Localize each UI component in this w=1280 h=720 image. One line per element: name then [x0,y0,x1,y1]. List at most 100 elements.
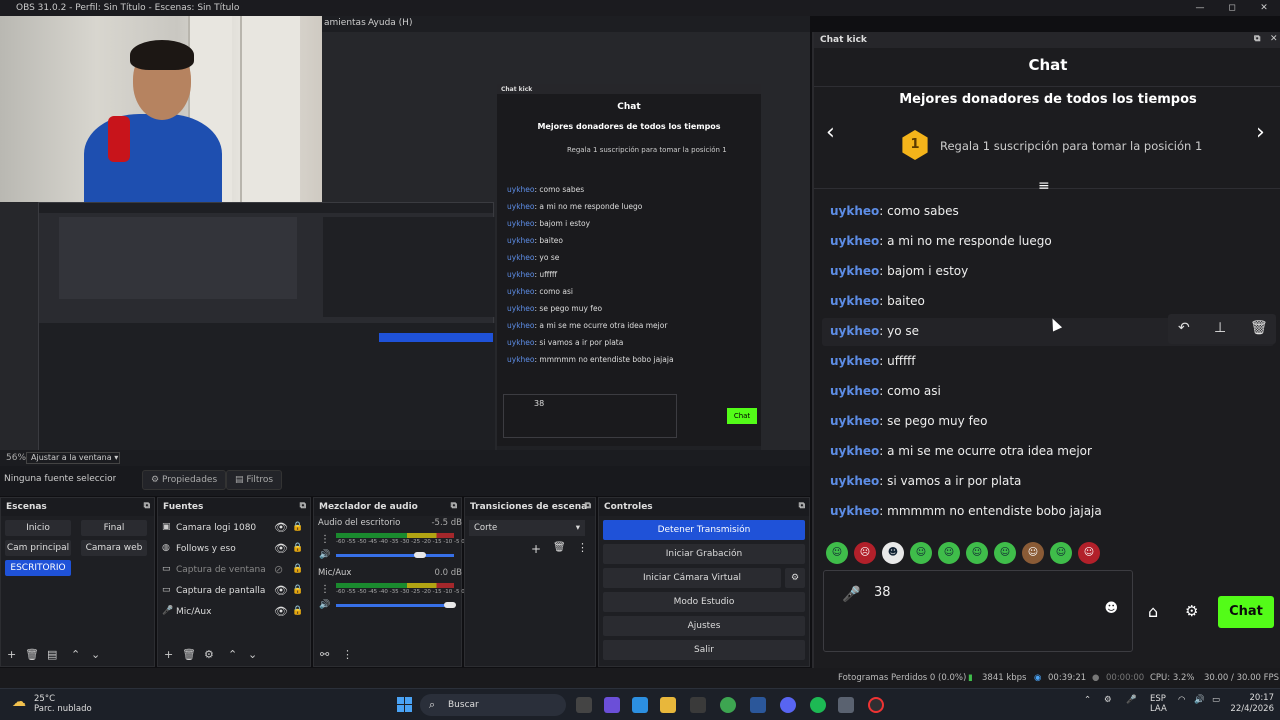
teams-icon[interactable] [604,697,620,713]
scene-inicio[interactable]: Inicio [5,520,71,536]
mic-icon[interactable]: 🎤 [1126,695,1137,705]
taskbar-search[interactable]: ⌕ Buscar [420,694,566,716]
kebab-icon[interactable]: ⋮ [342,648,353,661]
studio-mode-button[interactable]: Modo Estudio [603,592,805,612]
discord-icon[interactable] [780,697,796,713]
chat-message[interactable]: uykheo: bajom i estoy [830,264,968,278]
transition-select[interactable]: Corte ▾ [469,520,585,536]
chat-username[interactable]: uykheo [830,354,879,368]
eye-icon[interactable]: 👁 [274,521,288,534]
scene-cam-principal[interactable]: Cam principal [5,540,71,556]
chevron-up-icon[interactable]: ⌃ [1084,695,1091,705]
chat-username[interactable]: uykheo [830,294,879,308]
chat-username[interactable]: uykheo [830,384,879,398]
spotify-icon[interactable] [810,697,826,713]
emote-icon[interactable]: ☺ [910,542,932,564]
emote-icon[interactable]: ☻ [882,542,904,564]
chat-message[interactable]: uykheo: como sabes [830,204,959,218]
emote-icon[interactable]: ☺ [1022,542,1044,564]
start-recording-button[interactable]: Iniciar Grabación [603,544,805,564]
maximize-button[interactable]: ◻ [1216,0,1248,16]
volume-slider[interactable] [336,552,454,558]
source-row[interactable]: ▭ Captura de ventana ⊘ 🔒 [162,562,308,580]
clock[interactable]: 20:17 22/4/2026 [1228,693,1274,715]
mic-icon[interactable]: 🎤 [842,585,861,603]
chat-username[interactable]: uykheo [830,444,879,458]
emote-icon[interactable]: ☺ [938,542,960,564]
chat-message[interactable]: uykheo: mmmmm no entendiste bobo jajaja [830,504,1102,518]
trash-icon[interactable]: 🗑 [182,648,196,661]
virtual-camera-settings-button[interactable]: ⚙ [785,568,805,588]
chat-username[interactable]: uykheo [830,234,879,248]
store-icon[interactable]: ⌂ [1148,602,1158,621]
calculator-icon[interactable] [838,697,854,713]
tray-icon[interactable]: ⚙ [1104,695,1112,705]
chevron-right-icon[interactable]: › [1256,120,1265,145]
kebab-icon[interactable]: ⋮ [320,584,330,595]
filter-icon[interactable]: ▤ [47,648,57,661]
chat-message[interactable]: uykheo: baiteo [830,294,925,308]
emote-icon[interactable]: ☺ [966,542,988,564]
source-row[interactable]: ▣ Camara logi 1080 👁 🔒 [162,520,308,538]
volume-knob[interactable] [444,602,456,608]
zoom-select[interactable]: Ajustar a la ventana ▾ [26,452,120,464]
emote-icon[interactable]: ☺ [826,542,848,564]
trash-icon[interactable]: 🗑 [25,648,39,661]
lock-icon[interactable]: 🔒 [292,543,303,553]
chat-message[interactable]: uykheo: a mi se me ocurre otra idea mejo… [830,444,1092,458]
close-button[interactable]: ✕ [1248,0,1280,16]
scene-camara-web[interactable]: Camara web [81,540,147,556]
copilot-icon[interactable] [632,697,648,713]
chat-username[interactable]: uykheo [830,204,879,218]
chat-input[interactable]: 🎤 38 ☻ [823,570,1133,652]
wifi-icon[interactable]: ◠ [1178,695,1185,705]
volume-slider[interactable] [336,602,456,608]
add-icon[interactable]: + [7,648,16,661]
virtual-camera-button[interactable]: Iniciar Cámara Virtual [603,568,781,588]
filters-button[interactable]: ▤ Filtros [226,470,283,490]
file-explorer-icon[interactable] [660,697,676,713]
properties-button[interactable]: ⚙ Propiedades [142,470,227,490]
chat-username[interactable]: uykheo [830,504,879,518]
speaker-icon[interactable]: 🔊 [319,550,330,560]
chat-message[interactable]: uykheo: a mi no me responde luego [830,234,1052,248]
chevron-down-icon[interactable]: ⌄ [91,648,100,661]
undock-icon[interactable]: ⧉ [451,501,457,511]
emoji-icon[interactable]: ☻ [1104,601,1118,616]
add-icon[interactable]: + [531,542,541,556]
collapse-icon[interactable]: ≡ [1038,178,1050,194]
task-view-icon[interactable] [576,697,592,713]
emote-icon[interactable]: ☹ [854,542,876,564]
eye-icon[interactable]: 👁 [274,605,288,618]
chat-message[interactable]: uykheo: como asi [830,384,941,398]
battery-icon[interactable]: ▭ [1212,695,1220,705]
chat-username[interactable]: uykheo [830,324,879,338]
windows-start-icon[interactable] [397,697,412,712]
eye-off-icon[interactable]: ⊘ [274,563,283,576]
chat-input-value[interactable]: 38 [874,585,891,600]
chat-message[interactable]: uykheo: si vamos a ir por plata [830,474,1021,488]
obs-icon[interactable] [868,697,884,713]
gear-icon[interactable]: ⚙ [204,648,214,661]
eye-icon[interactable]: 👁 [274,542,288,555]
chat-message[interactable]: uykheo: ufffff [830,354,916,368]
chevron-down-icon[interactable]: ⌄ [248,648,257,661]
menu-help[interactable]: Ayuda (H) [368,18,412,28]
chrome-icon[interactable] [720,697,736,713]
chevron-up-icon[interactable]: ⌃ [228,648,237,661]
trash-icon[interactable]: 🗑 [1250,320,1268,336]
settings-button[interactable]: Ajustes [603,616,805,636]
chevron-up-icon[interactable]: ⌃ [71,648,80,661]
minimize-button[interactable]: — [1184,0,1216,16]
stop-stream-button[interactable]: Detener Transmisión [603,520,805,540]
scene-escritorio[interactable]: ESCRITORIO [5,560,71,576]
pin-icon[interactable]: ⊥ [1214,320,1226,336]
reply-icon[interactable]: ↶ [1178,320,1190,336]
chat-username[interactable]: uykheo [830,264,879,278]
link-icon[interactable]: ⚯ [320,648,329,661]
lock-icon[interactable]: 🔒 [292,522,303,532]
chat-username[interactable]: uykheo [830,414,879,428]
chat-send-button[interactable]: Chat [1218,596,1274,628]
undock-icon[interactable]: ⧉ [144,501,150,511]
source-row[interactable]: ▭ Captura de pantalla 👁 🔒 [162,583,308,601]
